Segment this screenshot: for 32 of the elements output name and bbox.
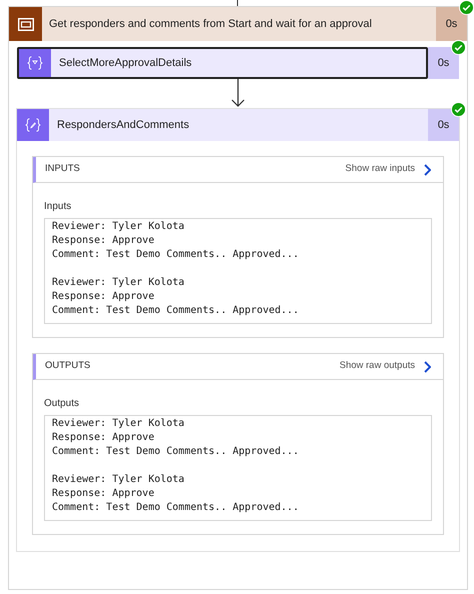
show-raw-link[interactable]: Show raw outputs [339, 359, 431, 374]
connector-line [234, 0, 241, 6]
duration-label: 0s [438, 56, 450, 71]
section-heading: OUTPUTS [45, 359, 92, 374]
show-raw-link[interactable]: Show raw inputs [345, 162, 431, 177]
action-card[interactable]: SelectMoreApprovalDetails 0s [17, 47, 459, 79]
field-label: Outputs [44, 397, 80, 411]
action-title: RespondersAndComments [57, 118, 190, 133]
value-line: Reviewer: Tyler Kolota [52, 473, 186, 487]
value-line: Response: Approve [52, 431, 156, 445]
duration-label: 0s [446, 16, 458, 32]
value-line: Comment: Test Demo Comments.. Approved... [52, 304, 300, 318]
section-heading: INPUTS [45, 162, 81, 176]
duration-label: 0s [438, 118, 450, 133]
value-line: Comment: Test Demo Comments.. Approved... [52, 445, 300, 459]
value-line: Response: Approve [52, 290, 156, 304]
value-line: Comment: Test Demo Comments.. Approved... [52, 248, 300, 262]
filter-braces-icon [26, 54, 44, 72]
scope-title: Get responders and comments from Start and wait for an approval [49, 16, 372, 32]
field-label: Inputs [44, 200, 72, 214]
value-line: Comment: Test Demo Comments.. Approved... [52, 501, 300, 515]
value-line: Response: Approve [52, 487, 156, 501]
value-line: Response: Approve [52, 234, 156, 248]
pencil-braces-icon [24, 116, 42, 134]
value-line: Reviewer: Tyler Kolota [52, 417, 186, 431]
chevron-right-icon [423, 360, 431, 372]
scope-icon [18, 18, 34, 30]
action-title: SelectMoreApprovalDetails [59, 56, 192, 71]
value-line: Reviewer: Tyler Kolota [52, 276, 186, 290]
chevron-right-icon [423, 164, 431, 176]
connector-arrow [231, 79, 245, 108]
value-line: Reviewer: Tyler Kolota [52, 220, 186, 234]
